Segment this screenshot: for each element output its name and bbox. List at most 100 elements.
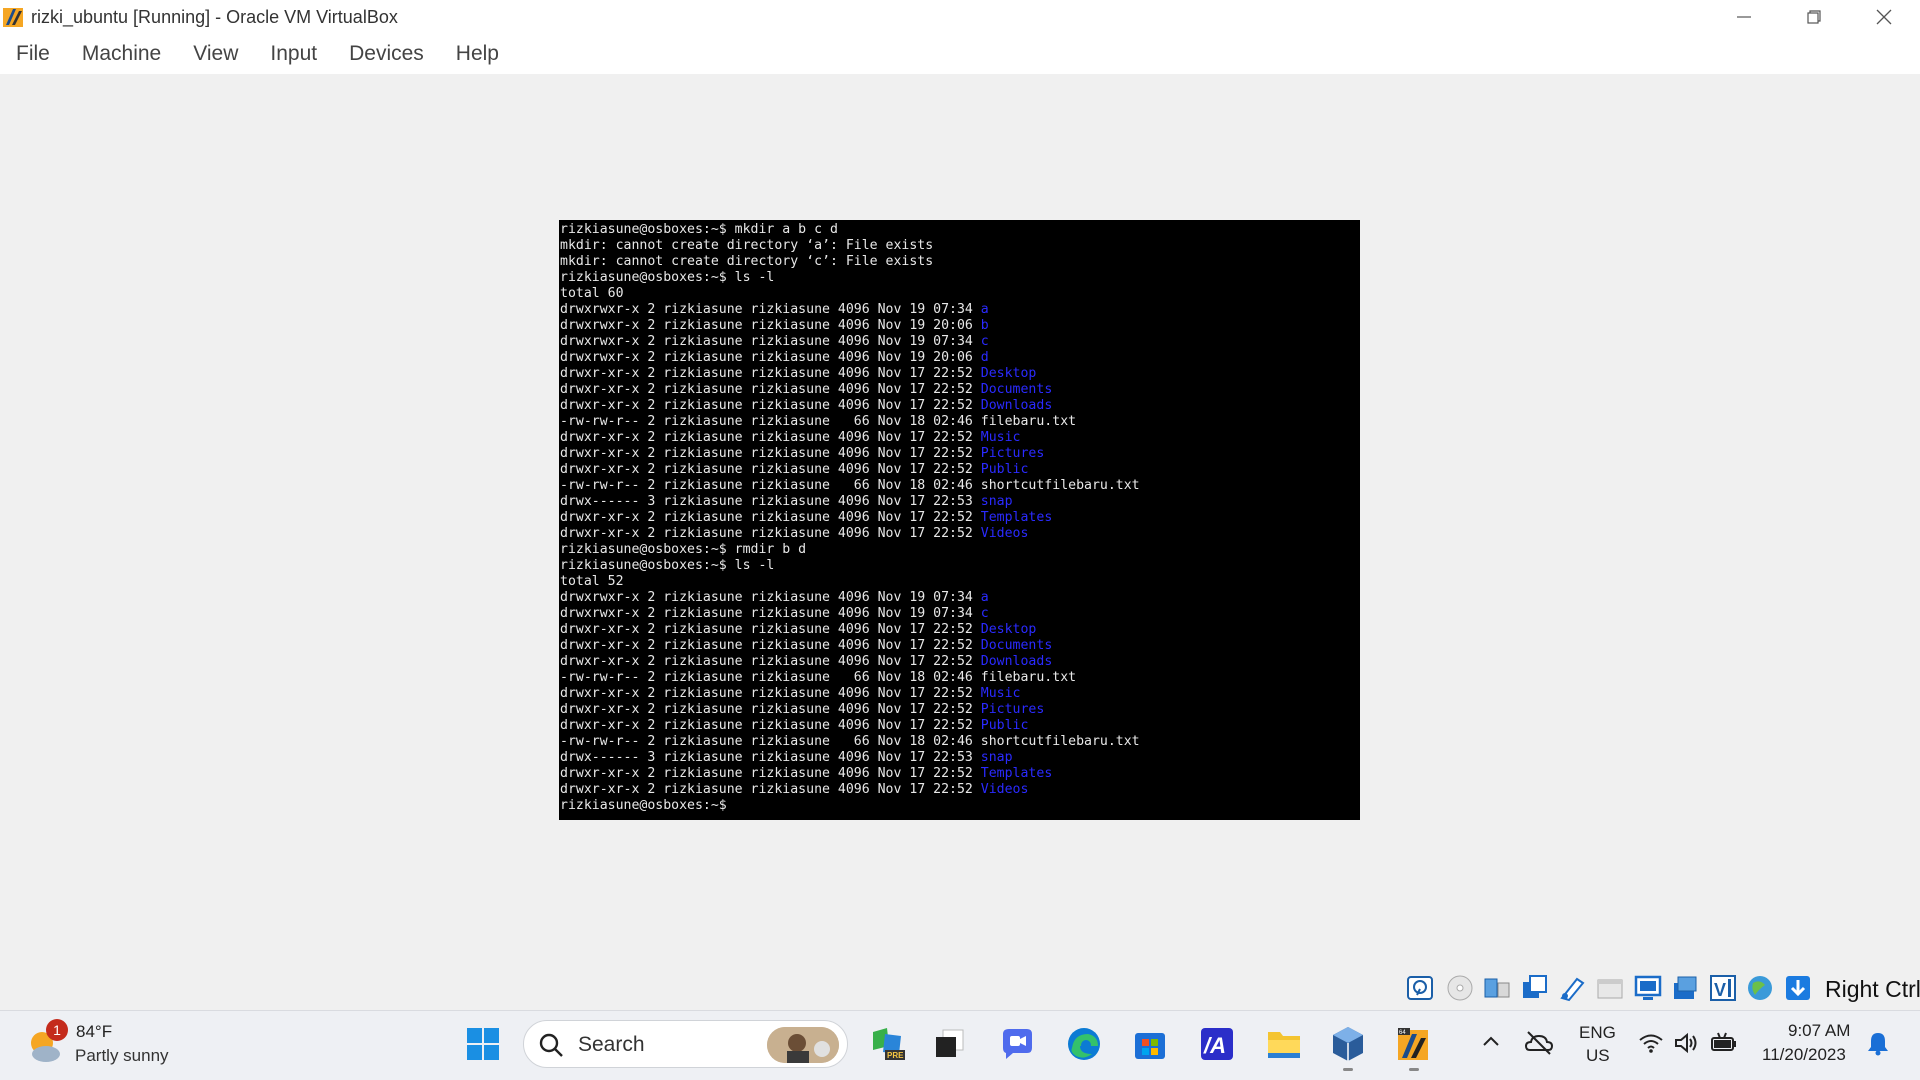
directory-name: a (980, 302, 989, 317)
terminal-line-text: drwxrwxr-x 2 rizkiasune rizkiasune 4096 … (560, 350, 981, 365)
terminal-line: total 60 (560, 286, 1140, 302)
restore-button[interactable] (1779, 0, 1849, 34)
terminal-line-text: drwxr-xr-x 2 rizkiasune rizkiasune 4096 … (560, 510, 981, 525)
chevron-up-icon[interactable] (1479, 1030, 1503, 1054)
terminal-line-text: drwxr-xr-x 2 rizkiasune rizkiasune 4096 … (560, 446, 981, 461)
terminal-line-text: mkdir: cannot create directory ‘c’: File… (560, 254, 934, 269)
directory-name: Templates (980, 766, 1053, 781)
menu-machine[interactable]: Machine (71, 34, 172, 74)
terminal-line: drwxrwxr-x 2 rizkiasune rizkiasune 4096 … (560, 334, 1140, 350)
recording-icon[interactable] (1670, 973, 1700, 1003)
terminal-line: drwxr-xr-x 2 rizkiasune rizkiasune 4096 … (560, 366, 1140, 382)
directory-name: Public (980, 718, 1029, 733)
directory-name: snap (980, 750, 1013, 765)
host-key-label: Right Ctrl (1825, 976, 1920, 1002)
ai-app-icon[interactable]: /A (1197, 1024, 1237, 1064)
terminal-line-text: rizkiasune@osboxes:~$ rmdir b d (560, 542, 807, 557)
optical-drive-icon[interactable] (1445, 973, 1475, 1003)
copilot-pre-icon[interactable]: PRE (867, 1024, 907, 1064)
clock-time[interactable]: 9:07 AM (1788, 1021, 1850, 1041)
terminal-line-text: drwxrwxr-x 2 rizkiasune rizkiasune 4096 … (560, 302, 981, 317)
audio-icon[interactable] (1482, 973, 1512, 1003)
battery-charging-icon[interactable] (1710, 1030, 1738, 1056)
onedrive-offline-icon[interactable] (1524, 1028, 1554, 1058)
minimize-button[interactable] (1709, 0, 1779, 34)
terminal-line: drwxr-xr-x 2 rizkiasune rizkiasune 4096 … (560, 766, 1140, 782)
hard-disk-icon[interactable] (1405, 973, 1435, 1003)
directory-name: Templates (980, 510, 1053, 525)
keyboard-layout-indicator[interactable]: US (1586, 1046, 1610, 1066)
keyboard-capture-icon[interactable] (1783, 973, 1813, 1003)
terminal-line-text: drwxr-xr-x 2 rizkiasune rizkiasune 4096 … (560, 718, 981, 733)
menu-input[interactable]: Input (259, 34, 328, 74)
terminal-line-text: rizkiasune@osboxes:~$ (560, 798, 727, 813)
terminal-line: drwx------ 3 rizkiasune rizkiasune 4096 … (560, 750, 1140, 766)
title-bar: rizki_ubuntu [Running] - Oracle VM Virtu… (0, 0, 1920, 34)
terminal-line: drwxr-xr-x 2 rizkiasune rizkiasune 4096 … (560, 510, 1140, 526)
directory-name: Documents (980, 638, 1053, 653)
usb-icon[interactable] (1557, 973, 1587, 1003)
terminal-line-text: rizkiasune@osboxes:~$ ls -l (560, 558, 775, 573)
terminal-line: drwxrwxr-x 2 rizkiasune rizkiasune 4096 … (560, 606, 1140, 622)
terminal-line: drwxr-xr-x 2 rizkiasune rizkiasune 4096 … (560, 654, 1140, 670)
directory-name: c (980, 606, 989, 621)
terminal-line-text: drwxr-xr-x 2 rizkiasune rizkiasune 4096 … (560, 686, 981, 701)
terminal-line: drwxrwxr-x 2 rizkiasune rizkiasune 4096 … (560, 590, 1140, 606)
store-icon[interactable] (1130, 1024, 1170, 1064)
terminal-line: drwxr-xr-x 2 rizkiasune rizkiasune 4096 … (560, 622, 1140, 638)
shared-folders-icon[interactable] (1595, 973, 1625, 1003)
language-indicator[interactable]: ENG (1579, 1023, 1616, 1043)
terminal-line-text: total 60 (560, 286, 624, 301)
terminal-line-text: drwxrwxr-x 2 rizkiasune rizkiasune 4096 … (560, 590, 981, 605)
terminal-line: mkdir: cannot create directory ‘a’: File… (560, 238, 1140, 254)
menu-bar: File Machine View Input Devices Help (0, 34, 1920, 74)
svg-text:PRE: PRE (887, 1051, 904, 1060)
taskbar-search[interactable]: Search (523, 1020, 848, 1068)
cpu-icon[interactable]: V (1708, 973, 1738, 1003)
terminal-line: drwxr-xr-x 2 rizkiasune rizkiasune 4096 … (560, 382, 1140, 398)
terminal-line-text: rizkiasune@osboxes:~$ ls -l (560, 270, 775, 285)
terminal-line: -rw-rw-r-- 2 rizkiasune rizkiasune 66 No… (560, 670, 1140, 686)
terminal-line: drwxr-xr-x 2 rizkiasune rizkiasune 4096 … (560, 398, 1140, 414)
svg-text:64: 64 (1399, 1030, 1406, 1036)
vm-display[interactable]: rizkiasune@osboxes:~$ mkdir a b c d mkdir… (559, 220, 1360, 820)
teams-chat-icon[interactable] (997, 1024, 1037, 1064)
terminal-output[interactable]: rizkiasune@osboxes:~$ mkdir a b c d mkdir… (560, 222, 1140, 814)
directory-name: Desktop (980, 366, 1037, 381)
edge-icon[interactable] (1064, 1024, 1104, 1064)
menu-help[interactable]: Help (445, 34, 510, 74)
menu-view[interactable]: View (182, 34, 249, 74)
search-highlight-image (767, 1027, 839, 1063)
menu-devices[interactable]: Devices (338, 34, 435, 74)
notification-bell-icon[interactable] (1866, 1030, 1890, 1056)
menu-file[interactable]: File (5, 34, 61, 74)
wifi-icon[interactable] (1638, 1030, 1664, 1056)
directory-name: Desktop (980, 622, 1037, 637)
terminal-line-text: drwxr-xr-x 2 rizkiasune rizkiasune 4096 … (560, 782, 981, 797)
network-icon[interactable] (1520, 973, 1550, 1003)
terminal-line: drwxr-xr-x 2 rizkiasune rizkiasune 4096 … (560, 702, 1140, 718)
start-icon[interactable] (463, 1024, 503, 1064)
terminal-line-text: drwx------ 3 rizkiasune rizkiasune 4096 … (560, 494, 981, 509)
clock-date[interactable]: 11/20/2023 (1762, 1045, 1846, 1065)
virtualbox-app-icon (3, 8, 23, 27)
terminal-line: drwx------ 3 rizkiasune rizkiasune 4096 … (560, 494, 1140, 510)
directory-name: c (980, 334, 989, 349)
directory-name: Public (980, 462, 1029, 477)
virtualbox-icon[interactable] (1328, 1024, 1368, 1064)
task-view-icon[interactable] (930, 1024, 970, 1064)
display-icon[interactable] (1633, 973, 1663, 1003)
terminal-line: drwxr-xr-x 2 rizkiasune rizkiasune 4096 … (560, 430, 1140, 446)
virtualbox-vm-icon[interactable]: 64 (1394, 1024, 1434, 1064)
terminal-line: drwxr-xr-x 2 rizkiasune rizkiasune 4096 … (560, 638, 1140, 654)
close-button[interactable] (1849, 0, 1919, 34)
close-icon (1876, 9, 1892, 25)
volume-icon[interactable] (1673, 1030, 1699, 1056)
directory-name: Documents (980, 382, 1053, 397)
mouse-integration-icon[interactable] (1745, 973, 1775, 1003)
directory-name: Videos (980, 526, 1029, 541)
file-explorer-icon[interactable] (1264, 1024, 1304, 1064)
terminal-line: drwxr-xr-x 2 rizkiasune rizkiasune 4096 … (560, 462, 1140, 478)
terminal-line: rizkiasune@osboxes:~$ rmdir b d (560, 542, 1140, 558)
terminal-line: drwxr-xr-x 2 rizkiasune rizkiasune 4096 … (560, 526, 1140, 542)
